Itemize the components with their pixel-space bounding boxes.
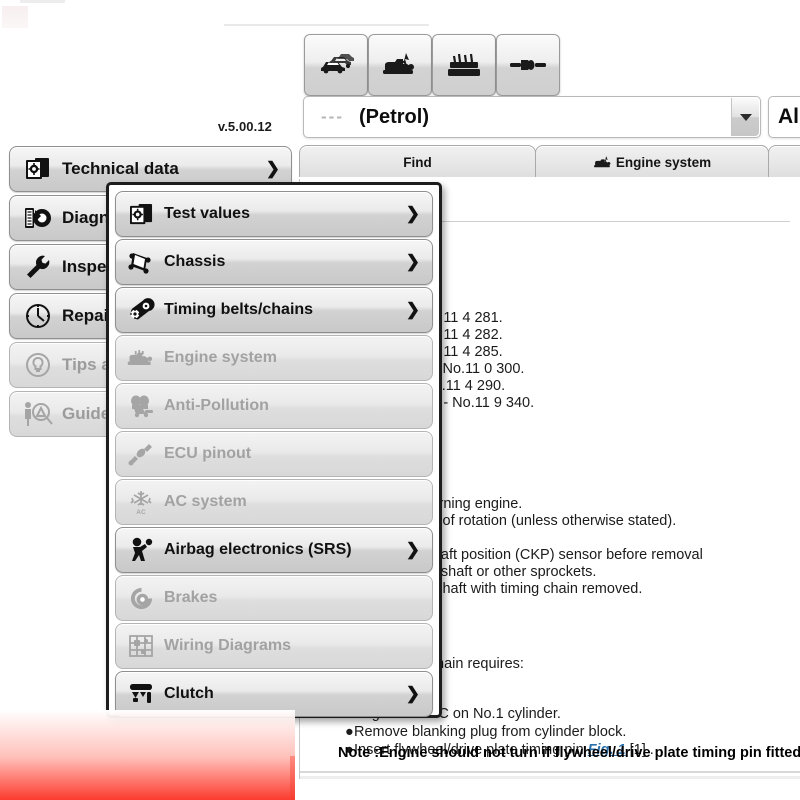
sidebar-item-label: Technical data <box>62 159 179 178</box>
bulb-icon <box>18 352 58 378</box>
clutch-icon <box>120 682 162 706</box>
menu-item-wiring-diagrams[interactable]: Wiring Diagrams <box>115 623 433 669</box>
chevron-right-icon: ❯ <box>405 252 420 271</box>
menu-item-anti-pollution[interactable]: Anti-Pollution <box>115 383 433 429</box>
menu-item-label: Test values <box>164 205 250 222</box>
bottom-red-edge <box>290 756 295 800</box>
menu-item-ac-system[interactable]: AC AC system <box>115 479 433 525</box>
bottom-divider-2 <box>300 776 800 779</box>
menu-item-label: Airbag electronics (SRS) <box>164 541 352 558</box>
version-label: v.5.00.12 <box>217 119 272 134</box>
diagnostics-icon <box>18 206 58 230</box>
timing-belt-icon <box>120 297 162 323</box>
bottom-divider <box>300 771 800 773</box>
test-values-icon <box>120 203 162 226</box>
menu-item-engine-system[interactable]: Engine system <box>115 335 433 381</box>
application-window: v.5.00.12 --- (Petrol) Al Find Engine sy… <box>0 0 800 800</box>
all-filter-value: Al <box>778 105 799 128</box>
list-item-label: Remove blanking plug from cylinder block… <box>354 724 627 740</box>
menu-item-brakes[interactable]: Brakes <box>115 575 433 621</box>
menu-item-airbag-electronics-srs[interactable]: Airbag electronics (SRS) ❯ <box>115 527 433 573</box>
toolbar-button-connector[interactable] <box>496 34 560 96</box>
menu-item-label: AC system <box>164 493 247 510</box>
chevron-right-icon: ❯ <box>405 540 420 559</box>
technical-data-flyout-menu: Test values ❯ Chassis ❯ Timing belts/cha… <box>106 182 442 718</box>
menu-item-test-values[interactable]: Test values ❯ <box>115 191 433 237</box>
tab-find[interactable]: Find <box>299 145 536 178</box>
vehicle-select[interactable]: --- (Petrol) <box>303 96 761 138</box>
menu-item-label: Timing belts/chains <box>164 301 314 318</box>
svg-text:AC: AC <box>136 509 146 515</box>
wrench-icon <box>18 254 58 280</box>
engine-icon <box>593 155 613 170</box>
technical-data-icon <box>18 157 58 181</box>
menu-item-label: Wiring Diagrams <box>164 637 291 654</box>
top-left-divider <box>20 0 65 3</box>
menu-item-chassis[interactable]: Chassis ❯ <box>115 239 433 285</box>
vehicle-selection-icon <box>317 52 355 78</box>
menu-item-label: Brakes <box>164 589 218 606</box>
chevron-right-icon: ❯ <box>405 204 420 223</box>
chevron-right-icon: ❯ <box>405 300 420 319</box>
bottom-red-gradient <box>0 710 295 800</box>
bullet-glyph: ● <box>345 724 354 740</box>
chassis-icon <box>120 250 162 274</box>
menu-item-ecu-pinout[interactable]: ECU pinout <box>115 431 433 477</box>
battery-icon <box>446 51 482 79</box>
menu-item-label: Clutch <box>164 685 214 702</box>
toolbar-button-vehicle-selection[interactable] <box>304 34 368 96</box>
airbag-icon <box>120 537 162 563</box>
wiring-icon <box>120 634 162 658</box>
engine-icon <box>381 51 419 79</box>
tab-engine-system-label: Engine system <box>615 154 712 170</box>
toolbar-button-engine[interactable] <box>368 34 432 96</box>
menu-item-label: ECU pinout <box>164 445 252 462</box>
menu-item-label: Engine system <box>164 349 277 366</box>
top-left-artifact <box>2 6 28 28</box>
engine-icon <box>120 347 162 369</box>
tab-extra[interactable] <box>768 145 800 178</box>
menu-item-timing-belts-chains[interactable]: Timing belts/chains ❯ <box>115 287 433 333</box>
ecu-pinout-icon <box>120 442 162 466</box>
tab-find-label: Find <box>403 154 432 170</box>
top-hairline <box>224 24 429 26</box>
all-filter-box[interactable]: Al <box>768 96 800 138</box>
menu-item-label: Anti-Pollution <box>164 397 269 414</box>
vehicle-select-value: (Petrol) <box>358 105 429 128</box>
vehicle-select-prefix: --- <box>321 107 344 126</box>
clock-icon <box>18 303 58 329</box>
chevron-right-icon: ❯ <box>265 159 280 178</box>
toolbar-button-battery[interactable] <box>432 34 496 96</box>
note-text: Note :Engine should not turn if flywheel… <box>338 745 800 761</box>
anti-pollution-icon <box>120 394 162 418</box>
tab-bar: Find Engine system <box>299 145 800 179</box>
chevron-right-icon: ❯ <box>405 684 420 703</box>
menu-item-label: Chassis <box>164 253 226 270</box>
guided-icon <box>18 401 58 427</box>
connector-icon <box>509 56 547 74</box>
ac-system-icon: AC <box>120 489 162 515</box>
brakes-icon <box>120 586 162 611</box>
tab-engine-system[interactable]: Engine system <box>535 145 769 178</box>
list-item: ●Remove blanking plug from cylinder bloc… <box>345 724 626 740</box>
chevron-down-icon[interactable] <box>731 98 759 136</box>
